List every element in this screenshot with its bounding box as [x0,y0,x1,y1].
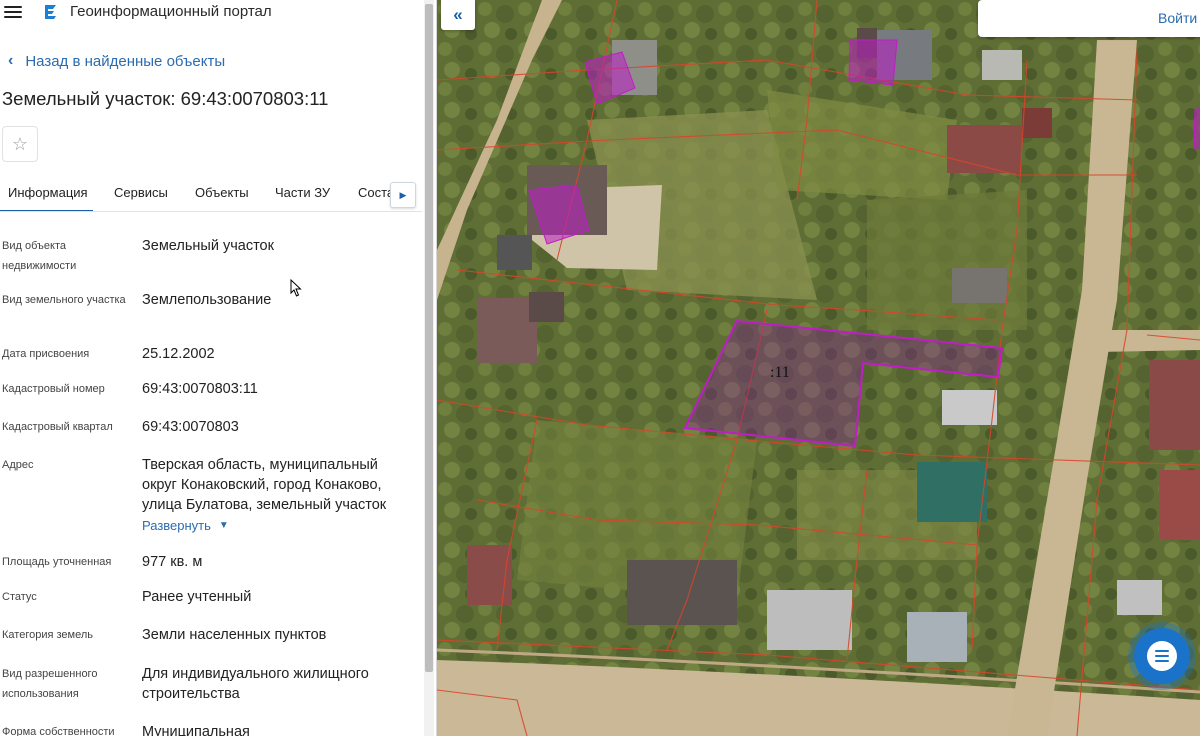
detail-value: Муниципальная [142,724,250,736]
chat-icon [1147,641,1177,671]
expand-label: Развернуть [142,518,211,533]
chevron-left-icon: ‹ [8,52,14,69]
map-view[interactable]: :11 [437,0,1200,736]
detail-label: Вид разрешенного использования [2,668,98,700]
detail-value: 69:43:0070803 [142,419,239,435]
tabs-scroll-right-button[interactable]: ▶ [390,182,416,208]
app-title: Геоинформационный портал [70,3,272,20]
triangle-right-icon: ▶ [399,189,407,200]
detail-value: 25.12.2002 [142,346,215,362]
scrollbar-thumb[interactable] [425,4,433,672]
detail-value: Земельный участок [142,238,274,254]
detail-value: 69:43:0070803:11 [142,381,258,397]
detail-label: Кадастровый номер [2,383,105,395]
double-chevron-left-icon: « [453,5,463,24]
detail-label: Дата присвоения [2,348,90,360]
tab-composition[interactable]: Соста [358,176,394,211]
app-root: Геоинформационный портал ‹ Назад в найде… [0,0,1200,736]
parcel-label: :11 [770,364,790,381]
top-bar: Геоинформационный портал [0,0,436,26]
tab-info[interactable]: Информация [0,176,93,211]
star-icon: ☆ [11,133,29,154]
detail-value: 977 кв. м [142,554,203,570]
detail-label: Площадь уточненная [2,556,112,568]
detail-value: Для индивидуального жилищного строительс… [142,666,369,702]
expand-address-link[interactable]: Развернуть ▼ [142,518,229,533]
chat-button[interactable] [1134,628,1190,684]
mouse-cursor-icon [290,279,302,297]
back-link-label: Назад в найденные объекты [25,52,226,70]
detail-label: Вид земельного участка [2,294,126,306]
portal-logo-icon [45,5,56,19]
tab-bar: Информация Сервисы Объекты Части ЗУ Сост… [0,176,422,212]
menu-icon[interactable] [4,4,22,20]
back-to-results-link[interactable]: ‹ Назад в найденные объекты [8,52,225,70]
tab-objects[interactable]: Объекты [195,176,249,211]
detail-label: Вид объекта недвижимости [2,240,77,272]
login-label: Войти [1158,10,1198,26]
detail-value: Тверская область, муниципальный округ Ко… [142,457,387,513]
satellite-map[interactable]: :11 [437,0,1200,736]
tab-parts[interactable]: Части ЗУ [275,176,330,211]
page-title: Земельный участок: 69:43:0070803:11 [2,88,329,109]
favorite-button[interactable]: ☆ [2,126,38,162]
detail-value: Землепользование [142,292,272,308]
detail-label: Статус [2,591,37,603]
detail-value: Ранее учтенный [142,589,252,605]
chevron-down-icon: ▼ [218,520,229,531]
detail-label: Форма собственности [2,726,115,736]
detail-label: Категория земель [2,629,93,641]
login-button[interactable]: Войти [978,0,1200,37]
collapse-panel-button[interactable]: « [441,0,475,30]
detail-label: Кадастровый квартал [2,421,113,433]
panel-scrollbar[interactable] [424,0,434,736]
tab-services[interactable]: Сервисы [114,176,168,211]
detail-label: Адрес [2,459,34,471]
info-panel: Геоинформационный портал ‹ Назад в найде… [0,0,437,736]
detail-value: Земли населенных пунктов [142,627,327,643]
